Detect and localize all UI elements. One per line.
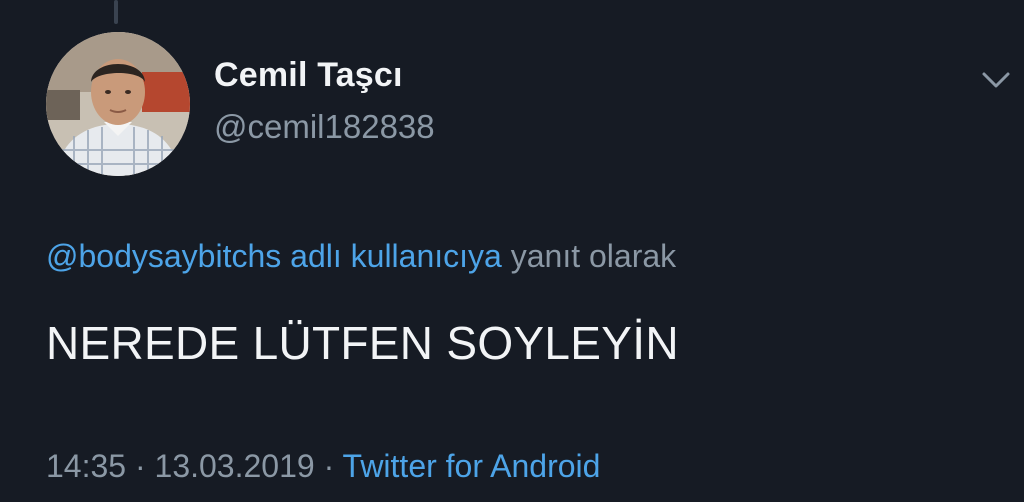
tweet-menu-button[interactable] — [976, 64, 1016, 94]
reply-context: @bodysaybitchs adlı kullanıcıya yanıt ol… — [46, 238, 676, 275]
meta-separator: · — [323, 448, 335, 484]
author-display-name[interactable]: Cemil Taşcı — [214, 56, 403, 95]
thread-connector-line — [114, 0, 118, 24]
meta-separator: · — [134, 448, 146, 484]
tweet-metadata: 14:35 · 13.03.2019 · Twitter for Android — [46, 448, 600, 485]
reply-mention-link[interactable]: @bodysaybitchs adlı kullanıcıya — [46, 238, 502, 274]
tweet-source-link[interactable]: Twitter for Android — [343, 448, 601, 484]
avatar[interactable] — [46, 32, 190, 176]
author-handle[interactable]: @cemil182838 — [214, 108, 435, 146]
tweet-date: 13.03.2019 — [154, 448, 315, 484]
tweet-time: 14:35 — [46, 448, 127, 484]
reply-suffix: yanıt olarak — [510, 238, 677, 274]
profile-photo-icon — [46, 32, 190, 176]
chevron-down-icon — [982, 72, 1010, 88]
tweet-text: NEREDE LÜTFEN SOYLEYİN — [46, 317, 679, 369]
